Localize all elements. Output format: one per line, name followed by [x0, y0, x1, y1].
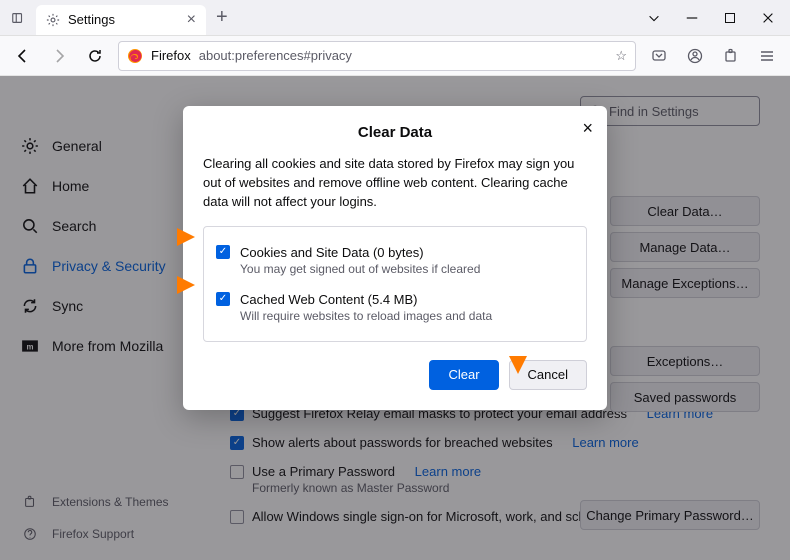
modal-overlay: Clear Data × Clearing all cookies and si…: [0, 76, 790, 560]
option-label: Cached Web Content (5.4 MB): [240, 292, 492, 307]
close-button[interactable]: [758, 9, 778, 27]
annotation-arrow-icon: [177, 228, 195, 246]
option-label: Cookies and Site Data (0 bytes): [240, 245, 480, 260]
url-scheme: Firefox: [151, 48, 191, 63]
minimize-button[interactable]: [682, 9, 702, 27]
checkbox[interactable]: ✓: [216, 245, 230, 259]
tab-settings[interactable]: Settings ×: [36, 5, 206, 35]
dialog-buttons: Clear Cancel: [203, 360, 587, 390]
clear-button[interactable]: Clear: [429, 360, 498, 390]
gear-icon: [46, 13, 60, 27]
url-path: about:preferences#privacy: [199, 48, 352, 63]
firefox-icon: [127, 48, 143, 64]
pocket-icon[interactable]: [646, 43, 672, 69]
tab-close-icon[interactable]: ×: [187, 11, 196, 29]
option-sub: You may get signed out of websites if cl…: [240, 262, 480, 276]
option-sub: Will require websites to reload images a…: [240, 309, 492, 323]
tab-title: Settings: [68, 12, 115, 27]
dialog-body: Clearing all cookies and site data store…: [203, 155, 587, 212]
new-tab-button[interactable]: +: [206, 6, 238, 29]
checkbox[interactable]: ✓: [216, 292, 230, 306]
window-controls: [632, 9, 790, 27]
bookmark-star-icon[interactable]: ☆: [615, 48, 627, 64]
cancel-button[interactable]: Cancel: [509, 360, 587, 390]
dialog-options: ✓ Cookies and Site Data (0 bytes) You ma…: [203, 226, 587, 342]
annotation-arrow-icon: [177, 276, 195, 294]
chevron-down-icon[interactable]: [644, 9, 664, 27]
dialog-close-button[interactable]: ×: [582, 118, 593, 139]
extensions-icon[interactable]: [718, 43, 744, 69]
clear-data-dialog: Clear Data × Clearing all cookies and si…: [183, 106, 607, 410]
option-cache: ✓ Cached Web Content (5.4 MB) Will requi…: [216, 284, 574, 331]
forward-button[interactable]: [46, 43, 72, 69]
titlebar-left: [0, 9, 36, 27]
window-titlebar: Settings × +: [0, 0, 790, 36]
option-cookies: ✓ Cookies and Site Data (0 bytes) You ma…: [216, 237, 574, 284]
account-icon[interactable]: [682, 43, 708, 69]
navbar: Firefox about:preferences#privacy ☆: [0, 36, 790, 76]
overflow-icon[interactable]: [8, 9, 28, 27]
dialog-title: Clear Data: [203, 124, 587, 141]
maximize-button[interactable]: [720, 9, 740, 27]
menu-icon[interactable]: [754, 43, 780, 69]
back-button[interactable]: [10, 43, 36, 69]
reload-button[interactable]: [82, 43, 108, 69]
url-bar[interactable]: Firefox about:preferences#privacy ☆: [118, 41, 636, 71]
